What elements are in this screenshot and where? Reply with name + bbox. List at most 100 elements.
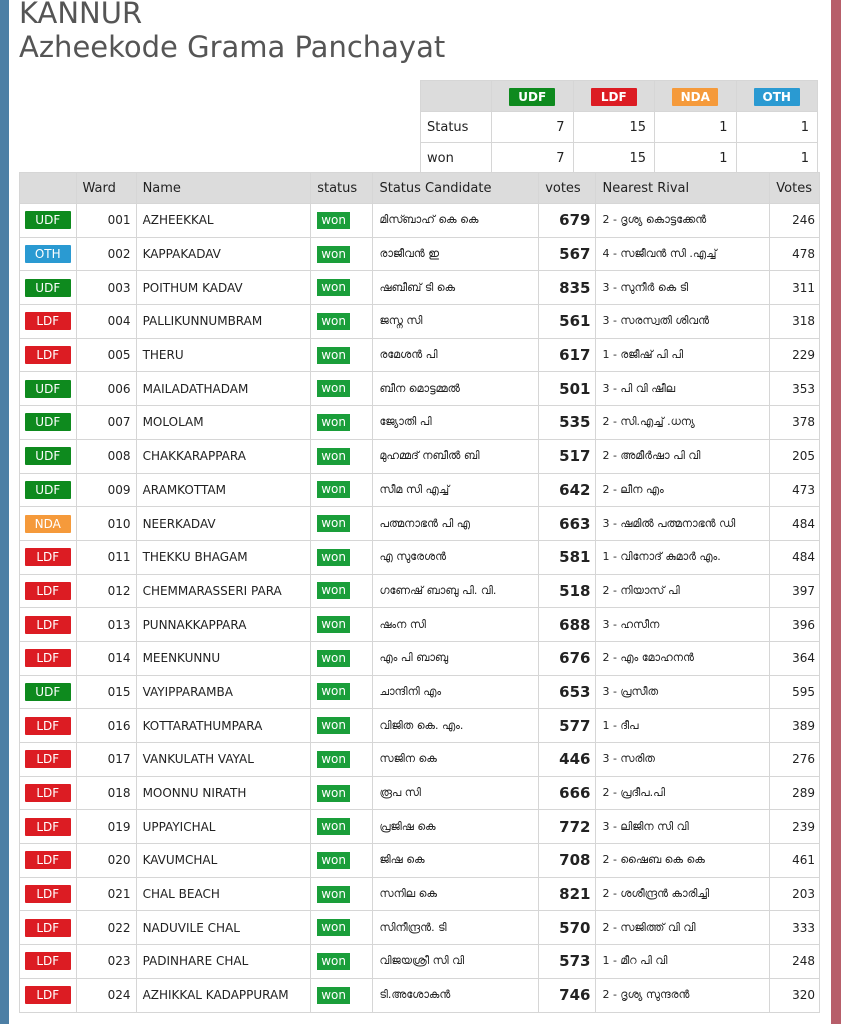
party-badge: LDF <box>24 784 71 803</box>
summary-party-header: OTH <box>735 80 818 112</box>
winner-votes: 517 <box>538 438 597 474</box>
party-cell: LDF <box>19 573 77 609</box>
summary-header-row: UDF LDF NDA OTH <box>420 80 818 112</box>
ward-row: UDF 009 ARAMKOTTAM won സീമ സി എച്ച് 642 2 - ലീ… <box>19 472 820 508</box>
rival-votes: 484 <box>769 539 820 575</box>
ward-number: 002 <box>75 236 137 272</box>
party-cell: LDF <box>19 539 77 575</box>
ward-name: PUNNAKKAPPARA <box>135 607 312 642</box>
winning-candidate: ജ്യോതി പി <box>372 405 540 440</box>
rival-votes: 378 <box>769 405 820 440</box>
nearest-rival: 1 - വിനോദ് കുമാർ എം. <box>595 539 771 575</box>
winner-votes: 570 <box>538 910 597 946</box>
ward-row: LDF 014 MEENKUNNU won എം പി ബാബു 676 2 - എം മോ… <box>19 640 820 676</box>
won-badge: won <box>317 784 350 802</box>
status-cell: won <box>310 506 374 541</box>
ward-number: 009 <box>75 472 137 508</box>
ward-row: LDF 020 KAVUMCHAL won ജിഷ കെ 708 2 - ഷൈബ കെ കെ… <box>19 843 820 878</box>
rival-votes: 203 <box>769 876 820 912</box>
nearest-rival: 2 - നിയാസ് പി <box>595 573 771 609</box>
winning-candidate: ജസ്ന സി <box>372 304 540 339</box>
party-cell: UDF <box>19 203 77 238</box>
winner-votes: 617 <box>538 337 597 373</box>
rival-votes: 397 <box>769 573 820 609</box>
winner-votes: 663 <box>538 506 597 541</box>
ward-name: THEKKU BHAGAM <box>135 539 312 575</box>
winning-candidate: സനില കെ <box>372 876 540 912</box>
status-cell: won <box>310 809 374 845</box>
rival-votes: 248 <box>769 944 820 979</box>
winner-votes: 821 <box>538 876 597 912</box>
winner-votes: 708 <box>538 843 597 878</box>
won-badge: won <box>317 245 350 263</box>
party-badge: LDF <box>24 986 71 1005</box>
status-cell: won <box>310 270 374 306</box>
nearest-rival: 2 - ശശീന്ദ്രൻ കാരിച്ചി <box>595 876 771 912</box>
ward-number: 023 <box>75 944 137 979</box>
ward-number: 017 <box>75 742 137 777</box>
nearest-rival: 1 - ദീപ <box>595 708 771 743</box>
party-badge: LDF <box>24 649 71 668</box>
rival-votes: 595 <box>769 674 820 710</box>
winning-candidate: മുഹമ്മദ് നബീൽ ബി <box>372 438 540 474</box>
won-badge: won <box>317 986 350 1004</box>
ward-name: THERU <box>135 337 312 373</box>
winning-candidate: ഗണേഷ് ബാബു പി. വി. <box>372 573 540 609</box>
party-badge: LDF <box>24 817 71 836</box>
winner-votes: 446 <box>538 742 597 777</box>
rival-votes: 289 <box>769 775 820 811</box>
rival-votes: 333 <box>769 910 820 946</box>
ward-number: 013 <box>75 607 137 642</box>
ward-name: PALLIKUNNUMBRAM <box>135 304 312 339</box>
status-cell: won <box>310 405 374 440</box>
winning-candidate: സിനീന്ദ്രൻ. ടി <box>372 910 540 946</box>
ward-number: 008 <box>75 438 137 474</box>
right-edge-strip <box>831 0 841 1024</box>
winner-votes: 518 <box>538 573 597 609</box>
col-header-name: Name <box>135 172 312 204</box>
winner-votes: 577 <box>538 708 597 743</box>
party-badge: UDF <box>509 88 556 106</box>
ward-number: 015 <box>75 674 137 710</box>
ward-name: MAILADATHADAM <box>135 371 312 407</box>
party-summary-table: UDF LDF NDA OTH Status 7 15 1 1 won 7 15… <box>420 80 818 174</box>
won-badge: won <box>317 211 350 229</box>
party-cell: OTH <box>19 236 77 272</box>
nearest-rival: 2 - ദൃശ്യ കൊട്ടക്കേൻ <box>595 203 771 238</box>
party-badge: LDF <box>590 88 637 106</box>
nearest-rival: 3 - സരസ്വതി ശിവൻ <box>595 304 771 339</box>
winner-votes: 581 <box>538 539 597 575</box>
summary-count: 15 <box>572 142 655 174</box>
summary-count: 7 <box>491 142 574 174</box>
status-cell: won <box>310 438 374 474</box>
winning-candidate: വിജയശ്രീ സി വി <box>372 944 540 979</box>
winner-votes: 666 <box>538 775 597 811</box>
rival-votes: 205 <box>769 438 820 474</box>
party-badge: LDF <box>24 548 71 567</box>
won-badge: won <box>317 750 350 768</box>
party-cell: UDF <box>19 472 77 508</box>
party-badge: OTH <box>753 88 800 106</box>
ward-name: KOTTARATHUMPARA <box>135 708 312 743</box>
ward-row: OTH 002 KAPPAKADAV won രാജീവൻ ഇ 567 4 - സജീവൻ … <box>19 236 820 272</box>
status-cell: won <box>310 977 374 1013</box>
ward-number: 010 <box>75 506 137 541</box>
winner-votes: 573 <box>538 944 597 979</box>
ward-name: MOLOLAM <box>135 405 312 440</box>
nearest-rival: 3 - ലിജിന സി വി <box>595 809 771 845</box>
winning-candidate: ജിഷ കെ <box>372 843 540 878</box>
party-badge: LDF <box>24 885 71 904</box>
rival-votes: 318 <box>769 304 820 339</box>
ward-number: 021 <box>75 876 137 912</box>
rival-votes: 239 <box>769 809 820 845</box>
ward-name: VAYIPPARAMBA <box>135 674 312 710</box>
rival-votes: 320 <box>769 977 820 1013</box>
winning-candidate: സജിന കെ <box>372 742 540 777</box>
ward-name: AZHEEKKAL <box>135 203 312 238</box>
status-cell: won <box>310 944 374 979</box>
ward-name: KAVUMCHAL <box>135 843 312 878</box>
summary-count: 1 <box>654 142 737 174</box>
ward-number: 001 <box>75 203 137 238</box>
ward-row: LDF 016 KOTTARATHUMPARA won വിജിത കെ. എം. 577… <box>19 708 820 743</box>
winner-votes: 746 <box>538 977 597 1013</box>
